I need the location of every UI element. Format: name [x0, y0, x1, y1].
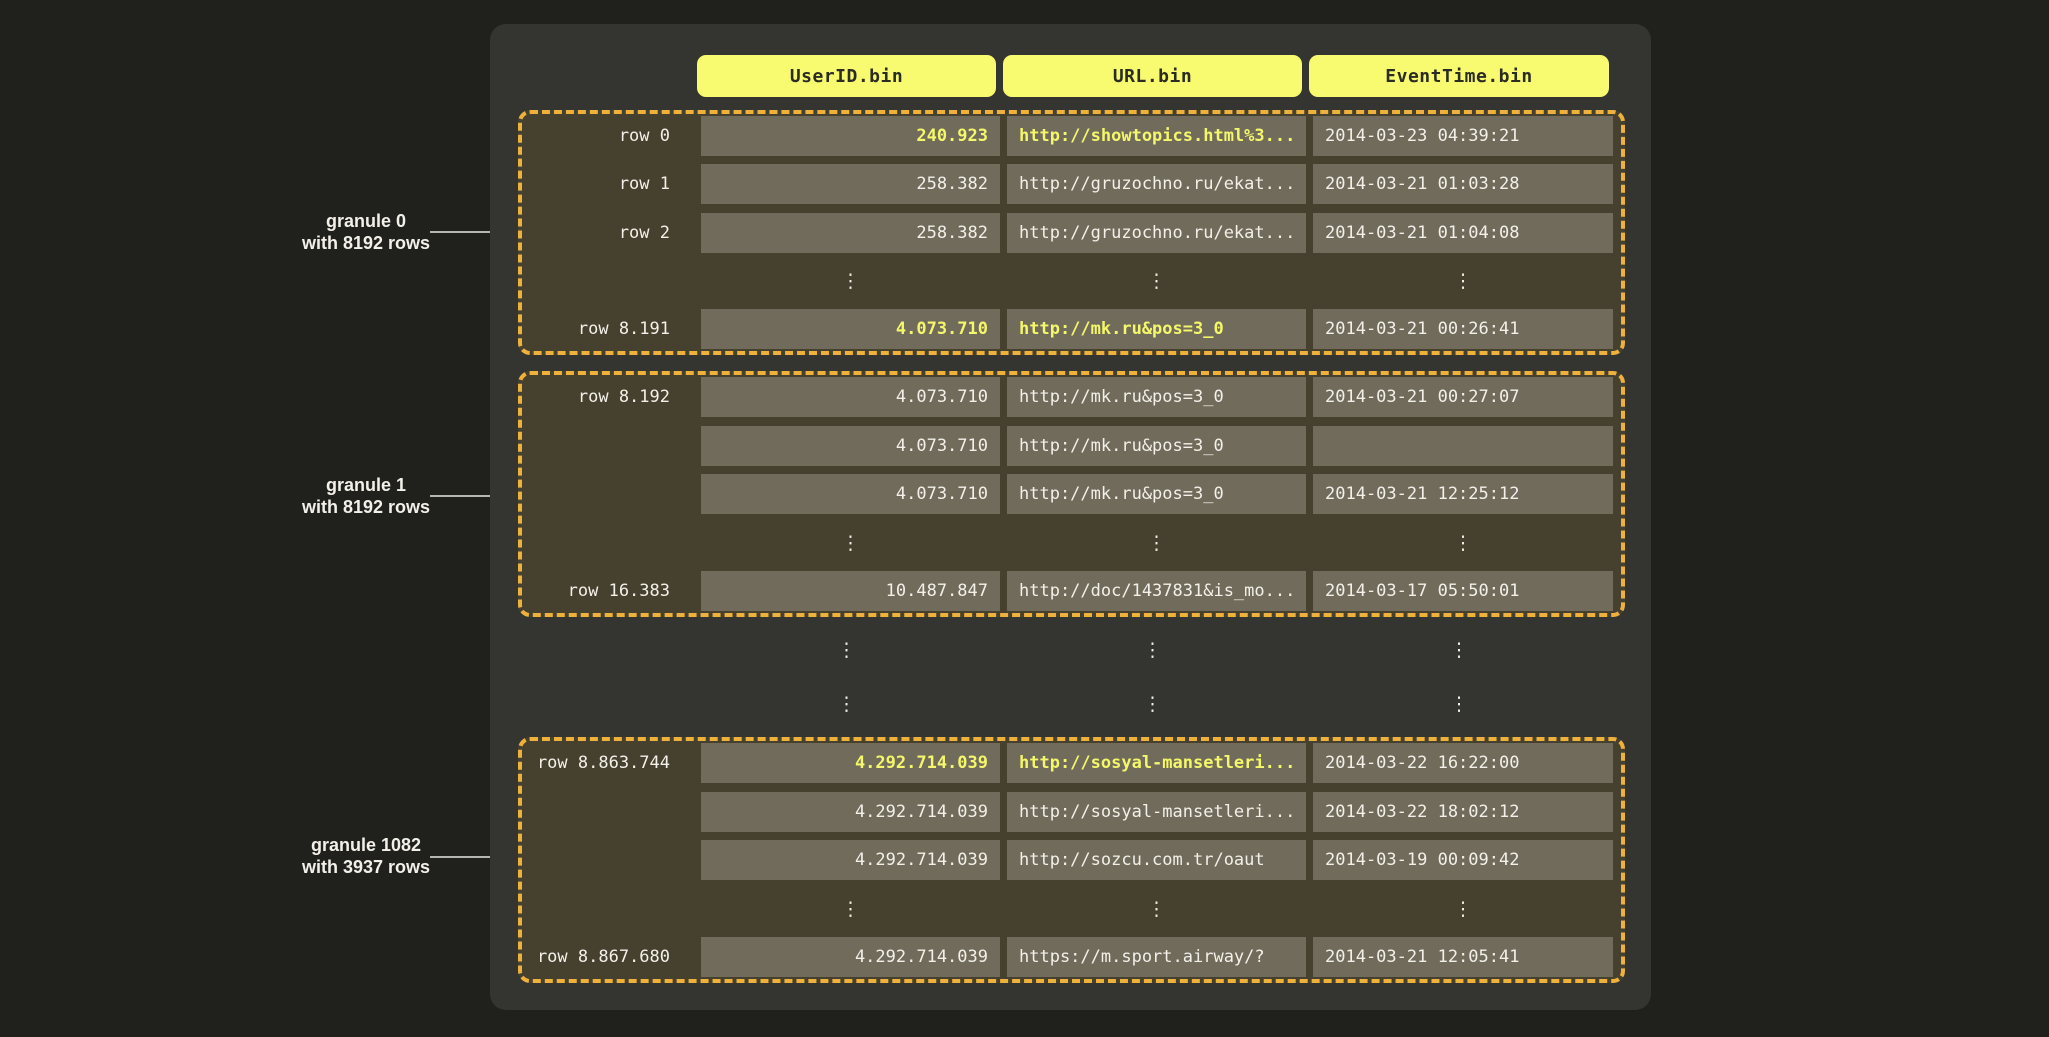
cell-eventtime: 2014-03-21 12:25:12 [1313, 474, 1613, 514]
table-row: 4.073.710 http://mk.ru&pos=3_0 2014-03-2… [522, 474, 1621, 514]
row-label: row 16.383 [522, 571, 694, 611]
cell-userid: 10.487.847 [701, 571, 1000, 611]
cell-eventtime: 2014-03-22 16:22:00 [1313, 743, 1613, 783]
granule-0-box: row 0 240.923 http://showtopics.html%3..… [518, 110, 1625, 355]
vertical-ellipsis-icon: ⋮ [1313, 889, 1613, 929]
table-row: 4.292.714.039 http://sozcu.com.tr/oaut 2… [522, 840, 1621, 880]
table-row: row 8.863.744 4.292.714.039 http://sosya… [522, 743, 1621, 783]
cell-url: https://m.sport.airway/? [1007, 937, 1306, 977]
ellipsis-row: ⋮ ⋮ ⋮ [518, 684, 1625, 724]
cell-url: http://sosyal-mansetleri... [1007, 743, 1306, 783]
row-label [522, 474, 694, 514]
table-row: row 8.192 4.073.710 http://mk.ru&pos=3_0… [522, 377, 1621, 417]
vertical-ellipsis-icon: ⋮ [1313, 523, 1613, 563]
vertical-ellipsis-icon: ⋮ [697, 684, 996, 724]
cell-eventtime: 2014-03-21 01:03:28 [1313, 164, 1613, 204]
row-label: row 2 [522, 213, 694, 253]
row-label [522, 426, 694, 466]
table-row: 4.073.710 http://mk.ru&pos=3_0 [522, 426, 1621, 466]
vertical-ellipsis-icon: ⋮ [1007, 523, 1306, 563]
granule-1-box: row 8.192 4.073.710 http://mk.ru&pos=3_0… [518, 371, 1625, 617]
cell-eventtime: 2014-03-23 04:39:21 [1313, 116, 1613, 156]
column-files-panel: UserID.bin URL.bin EventTime.bin row 0 2… [490, 24, 1651, 1010]
vertical-ellipsis-icon: ⋮ [701, 889, 1000, 929]
vertical-ellipsis-icon: ⋮ [697, 630, 996, 670]
vertical-ellipsis-icon: ⋮ [1003, 684, 1302, 724]
granule-1082-label-line1: granule 1082 [226, 834, 506, 856]
cell-url: http://sosyal-mansetleri... [1007, 792, 1306, 832]
table-row: row 8.191 4.073.710 http://mk.ru&pos=3_0… [522, 309, 1621, 349]
cell-userid: 258.382 [701, 213, 1000, 253]
granule-0-label-line2: with 8192 rows [226, 232, 506, 254]
ellipsis-row: ⋮ ⋮ ⋮ [522, 889, 1621, 929]
cell-userid: 4.073.710 [701, 377, 1000, 417]
vertical-ellipsis-icon: ⋮ [1309, 630, 1609, 670]
cell-eventtime [1313, 426, 1613, 466]
vertical-ellipsis-icon: ⋮ [701, 261, 1000, 301]
vertical-ellipsis-icon: ⋮ [1313, 261, 1613, 301]
column-header-eventtime: EventTime.bin [1309, 55, 1609, 97]
cell-url: http://mk.ru&pos=3_0 [1007, 309, 1306, 349]
vertical-ellipsis-icon: ⋮ [1007, 889, 1306, 929]
cell-eventtime: 2014-03-21 00:27:07 [1313, 377, 1613, 417]
ellipsis-row: ⋮ ⋮ ⋮ [518, 630, 1625, 670]
row-label: row 1 [522, 164, 694, 204]
table-row: row 8.867.680 4.292.714.039 https://m.sp… [522, 937, 1621, 977]
cell-userid: 4.292.714.039 [701, 792, 1000, 832]
table-row: 4.292.714.039 http://sosyal-mansetleri..… [522, 792, 1621, 832]
granules-diagram: granule 0 with 8192 rows granule 1 with … [0, 0, 2049, 1037]
granule-1-label-line1: granule 1 [226, 474, 506, 496]
row-label: row 8.863.744 [522, 743, 694, 783]
cell-userid: 4.073.710 [701, 426, 1000, 466]
ellipsis-row: ⋮ ⋮ ⋮ [522, 261, 1621, 301]
cell-eventtime: 2014-03-21 12:05:41 [1313, 937, 1613, 977]
cell-userid: 258.382 [701, 164, 1000, 204]
header-spacer [518, 55, 690, 97]
granule-0-label-line1: granule 0 [226, 210, 506, 232]
granule-1-label-line2: with 8192 rows [226, 496, 506, 518]
row-label [522, 840, 694, 880]
vertical-ellipsis-icon: ⋮ [1007, 261, 1306, 301]
row-label: row 8.192 [522, 377, 694, 417]
vertical-ellipsis-icon: ⋮ [1003, 630, 1302, 670]
cell-userid: 4.292.714.039 [701, 840, 1000, 880]
cell-url: http://mk.ru&pos=3_0 [1007, 426, 1306, 466]
cell-eventtime: 2014-03-21 01:04:08 [1313, 213, 1613, 253]
cell-url: http://doc/1437831&is_mo... [1007, 571, 1306, 611]
cell-url: http://gruzochno.ru/ekat... [1007, 213, 1306, 253]
cell-url: http://showtopics.html%3... [1007, 116, 1306, 156]
row-label: row 0 [522, 116, 694, 156]
table-row: row 0 240.923 http://showtopics.html%3..… [522, 116, 1621, 156]
cell-eventtime: 2014-03-19 00:09:42 [1313, 840, 1613, 880]
cell-url: http://mk.ru&pos=3_0 [1007, 474, 1306, 514]
column-header-row: UserID.bin URL.bin EventTime.bin [518, 55, 1625, 97]
cell-url: http://gruzochno.ru/ekat... [1007, 164, 1306, 204]
cell-userid: 4.073.710 [701, 309, 1000, 349]
skipped-granules-section: ⋮ ⋮ ⋮ ⋮ ⋮ ⋮ [518, 617, 1625, 737]
table-row: row 16.383 10.487.847 http://doc/1437831… [522, 571, 1621, 611]
row-label [522, 792, 694, 832]
cell-userid: 4.292.714.039 [701, 743, 1000, 783]
vertical-ellipsis-icon: ⋮ [701, 523, 1000, 563]
granule-1082-box: row 8.863.744 4.292.714.039 http://sosya… [518, 737, 1625, 983]
granule-1082-label-line2: with 3937 rows [226, 856, 506, 878]
cell-url: http://mk.ru&pos=3_0 [1007, 377, 1306, 417]
column-header-userid: UserID.bin [697, 55, 996, 97]
cell-eventtime: 2014-03-17 05:50:01 [1313, 571, 1613, 611]
ellipsis-row: ⋮ ⋮ ⋮ [522, 523, 1621, 563]
row-label: row 8.191 [522, 309, 694, 349]
cell-eventtime: 2014-03-21 00:26:41 [1313, 309, 1613, 349]
row-label: row 8.867.680 [522, 937, 694, 977]
table-row: row 1 258.382 http://gruzochno.ru/ekat..… [522, 164, 1621, 204]
cell-url: http://sozcu.com.tr/oaut [1007, 840, 1306, 880]
cell-userid: 4.073.710 [701, 474, 1000, 514]
vertical-ellipsis-icon: ⋮ [1309, 684, 1609, 724]
cell-userid: 4.292.714.039 [701, 937, 1000, 977]
table-row: row 2 258.382 http://gruzochno.ru/ekat..… [522, 213, 1621, 253]
cell-userid: 240.923 [701, 116, 1000, 156]
cell-eventtime: 2014-03-22 18:02:12 [1313, 792, 1613, 832]
column-header-url: URL.bin [1003, 55, 1302, 97]
